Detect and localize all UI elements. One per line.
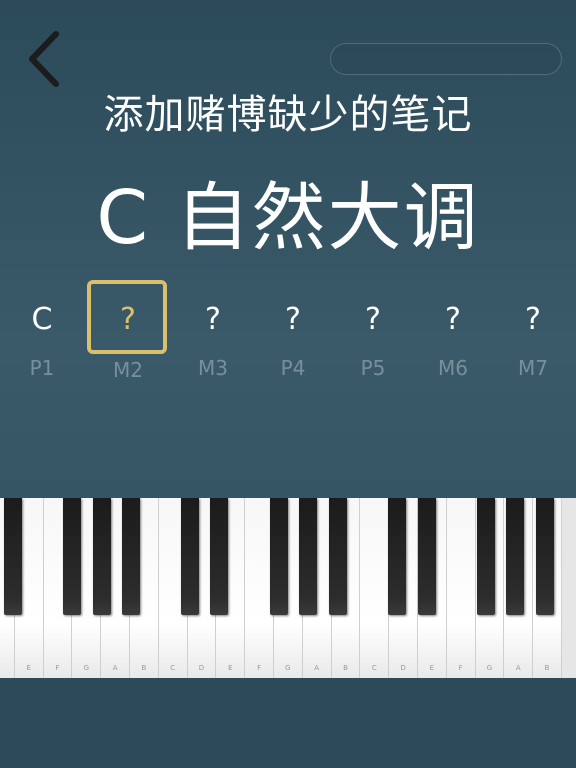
black-key[interactable]	[418, 498, 436, 615]
step-note: ?	[285, 302, 301, 337]
step-note: ?	[445, 302, 461, 337]
black-key[interactable]	[477, 498, 495, 615]
step-interval-label: M3	[198, 356, 228, 380]
step-note: C	[31, 302, 53, 337]
active-step-frame	[87, 280, 167, 354]
step-note: ?	[525, 302, 541, 337]
scale-steps: C P1 ? M2? M3? P4? P5? M6? M7	[0, 280, 576, 400]
white-key-label: E	[228, 664, 233, 672]
black-key[interactable]	[4, 498, 22, 615]
white-key-label: A	[314, 664, 320, 672]
white-key-label: G	[285, 664, 291, 672]
piano-keyboard[interactable]: EFGABCDEFGABCDEFGAB	[0, 498, 576, 678]
white-key-label: F	[55, 664, 60, 672]
white-key-label: G	[486, 664, 493, 672]
step-interval-label: M6	[438, 356, 468, 380]
white-key-label: D	[198, 664, 205, 672]
chevron-left-icon	[29, 31, 59, 87]
scale-step-p5[interactable]: ? P5	[333, 300, 413, 380]
step-interval-label: M7	[518, 356, 548, 380]
white-key-label: C	[371, 664, 377, 672]
black-key[interactable]	[93, 498, 111, 615]
step-note: ?	[205, 302, 221, 337]
scale-step-m3[interactable]: ? M3	[173, 300, 253, 380]
scale-step-m2[interactable]: ? M2	[87, 280, 168, 382]
white-key-label: B	[141, 664, 147, 672]
white-key-label: E	[26, 664, 31, 672]
white-key-label: F	[257, 664, 262, 672]
white-key-label: B	[544, 664, 550, 672]
scale-step-p1[interactable]: C P1	[2, 300, 82, 380]
white-key[interactable]: C	[360, 498, 390, 678]
white-key-label: E	[429, 664, 435, 672]
black-key[interactable]	[329, 498, 347, 615]
white-key[interactable]: F	[446, 498, 476, 678]
black-key[interactable]	[210, 498, 228, 615]
black-key[interactable]	[506, 498, 524, 615]
black-key[interactable]	[63, 498, 81, 615]
scale-step-m6[interactable]: ? M6	[413, 300, 493, 380]
back-button[interactable]	[22, 28, 64, 90]
black-key[interactable]	[536, 498, 554, 615]
white-key-label: A	[112, 664, 118, 672]
scale-step-m7[interactable]: ? M7	[493, 300, 573, 380]
step-interval-label: P5	[360, 356, 386, 380]
step-interval-label: M2	[113, 358, 143, 382]
white-key-label: G	[83, 664, 89, 672]
black-key[interactable]	[181, 498, 199, 615]
black-key[interactable]	[122, 498, 140, 615]
scale-step-p4[interactable]: ? P4	[253, 300, 333, 380]
step-note: ?	[365, 302, 381, 337]
step-interval-label: P1	[29, 356, 55, 380]
page-subtitle: 添加赌博缺少的笔记	[103, 92, 473, 138]
white-key-label: C	[170, 664, 176, 672]
black-key[interactable]	[388, 498, 406, 615]
black-key[interactable]	[270, 498, 288, 615]
bottom-area	[0, 678, 576, 768]
black-key[interactable]	[299, 498, 317, 615]
progress-pill	[330, 43, 562, 75]
page-title: C 自然大调	[96, 175, 480, 261]
white-key-label: F	[458, 664, 463, 672]
step-interval-label: P4	[280, 356, 306, 380]
white-key-label: A	[515, 664, 521, 672]
white-key-label: B	[343, 664, 348, 672]
white-key-label: D	[400, 664, 406, 672]
